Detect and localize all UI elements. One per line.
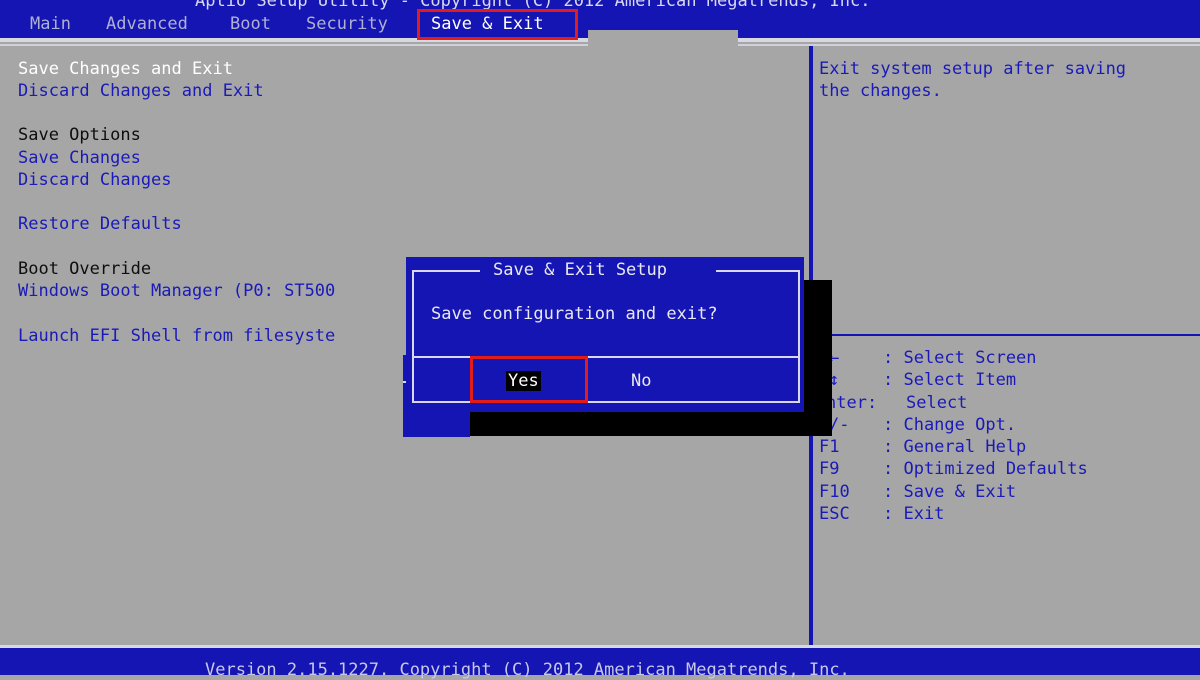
key-desc-exit: : Exit: [883, 504, 945, 524]
key-desc-select-item: : Select Item: [883, 370, 1017, 390]
active-tab-notch: [588, 30, 738, 48]
section-heading-boot-override: Boot Override: [18, 259, 152, 279]
key-desc-general-help: : General Help: [883, 437, 1027, 457]
key-desc-select-screen: : Select Screen: [883, 348, 1037, 368]
tab-main[interactable]: Main: [30, 14, 71, 34]
menu-item-discard-changes-and-exit[interactable]: Discard Changes and Exit: [18, 81, 264, 101]
yes-button[interactable]: Yes: [470, 356, 588, 403]
key-desc-change-opt: : Change Opt.: [883, 415, 1017, 435]
menu-item-windows-boot-manager[interactable]: Windows Boot Manager (P0: ST500: [18, 281, 335, 301]
key-f9: F9: [819, 459, 840, 479]
menu-item-restore-defaults[interactable]: Restore Defaults: [18, 214, 182, 234]
help-text-line-2: the changes.: [819, 81, 942, 101]
key-plus-minus: /-: [829, 415, 850, 435]
key-desc-select: Select: [906, 393, 968, 413]
key-desc-save-exit: : Save & Exit: [883, 482, 1017, 502]
key-desc-optimized-defaults: : Optimized Defaults: [883, 459, 1088, 479]
menu-item-discard-changes[interactable]: Discard Changes: [18, 170, 172, 190]
version-text: Version 2.15.1227. Copyright (C) 2012 Am…: [205, 660, 850, 680]
help-text-line-1: Exit system setup after saving: [819, 59, 1127, 79]
dialog-message: Save configuration and exit?: [431, 304, 718, 324]
menu-item-save-changes-and-exit[interactable]: Save Changes and Exit: [18, 59, 233, 79]
active-tab-highlight: [417, 9, 578, 40]
tab-boot[interactable]: Boot: [230, 14, 271, 34]
menu-item-launch-efi-shell[interactable]: Launch EFI Shell from filesyste: [18, 326, 335, 346]
key-enter: nter:: [826, 393, 878, 413]
tab-advanced[interactable]: Advanced: [106, 14, 188, 34]
no-button[interactable]: No: [631, 371, 651, 391]
dialog-title: Save & Exit Setup: [493, 260, 667, 280]
menu-item-save-changes[interactable]: Save Changes: [18, 148, 141, 168]
key-f1: F1: [819, 437, 840, 457]
key-esc: ESC: [819, 504, 850, 524]
key-f10: F10: [819, 482, 850, 502]
section-heading-save-options: Save Options: [18, 125, 141, 145]
yes-button-label: Yes: [506, 371, 541, 391]
tab-security[interactable]: Security: [306, 14, 388, 34]
panel-divider-horizontal: [813, 334, 1200, 336]
